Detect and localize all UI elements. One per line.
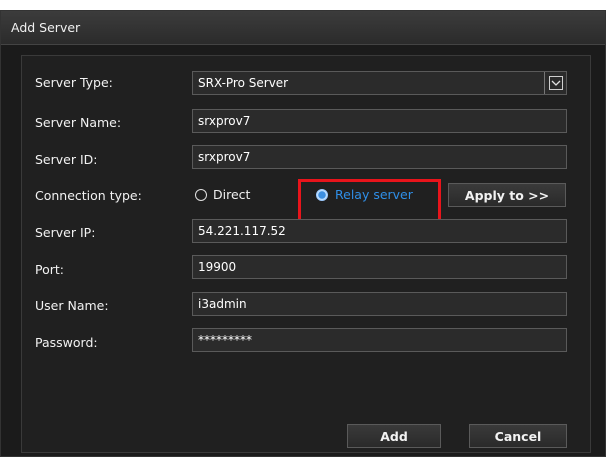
server-type-label: Server Type: <box>35 75 113 90</box>
user-name-label: User Name: <box>35 298 109 313</box>
dialog-title: Add Server <box>11 20 81 35</box>
relay-server-highlight-box <box>298 179 441 222</box>
server-name-input[interactable]: srxprov7 <box>192 109 567 133</box>
server-name-value: srxprov7 <box>198 114 251 128</box>
server-type-select[interactable]: SRX-Pro Server <box>192 71 567 95</box>
password-value: ********* <box>198 333 252 347</box>
add-server-dialog: Add Server Server Type: SRX-Pro Server S… <box>0 10 606 457</box>
server-name-label: Server Name: <box>35 115 122 130</box>
port-label: Port: <box>35 262 64 277</box>
password-input[interactable]: ********* <box>192 328 567 352</box>
dialog-titlebar: Add Server <box>1 11 605 45</box>
cancel-button[interactable]: Cancel <box>469 424 567 448</box>
port-input[interactable]: 19900 <box>192 255 567 279</box>
connection-type-label: Connection type: <box>35 188 142 203</box>
server-id-value: srxprov7 <box>198 150 251 164</box>
port-value: 19900 <box>198 260 237 274</box>
password-label: Password: <box>35 335 98 350</box>
server-ip-value: 54.221.117.52 <box>198 224 286 238</box>
user-name-input[interactable]: i3admin <box>192 292 567 316</box>
server-type-value: SRX-Pro Server <box>198 76 289 90</box>
server-id-input[interactable]: srxprov7 <box>192 145 567 169</box>
server-id-label: Server ID: <box>35 152 98 167</box>
apply-to-button[interactable]: Apply to >> <box>448 183 566 207</box>
direct-radio[interactable] <box>195 189 207 201</box>
chevron-down-icon[interactable] <box>544 72 566 94</box>
server-ip-label: Server IP: <box>35 225 96 240</box>
direct-radio-label[interactable]: Direct <box>213 187 250 202</box>
user-name-value: i3admin <box>198 297 247 311</box>
add-button[interactable]: Add <box>347 424 441 448</box>
server-ip-input[interactable]: 54.221.117.52 <box>192 219 567 243</box>
